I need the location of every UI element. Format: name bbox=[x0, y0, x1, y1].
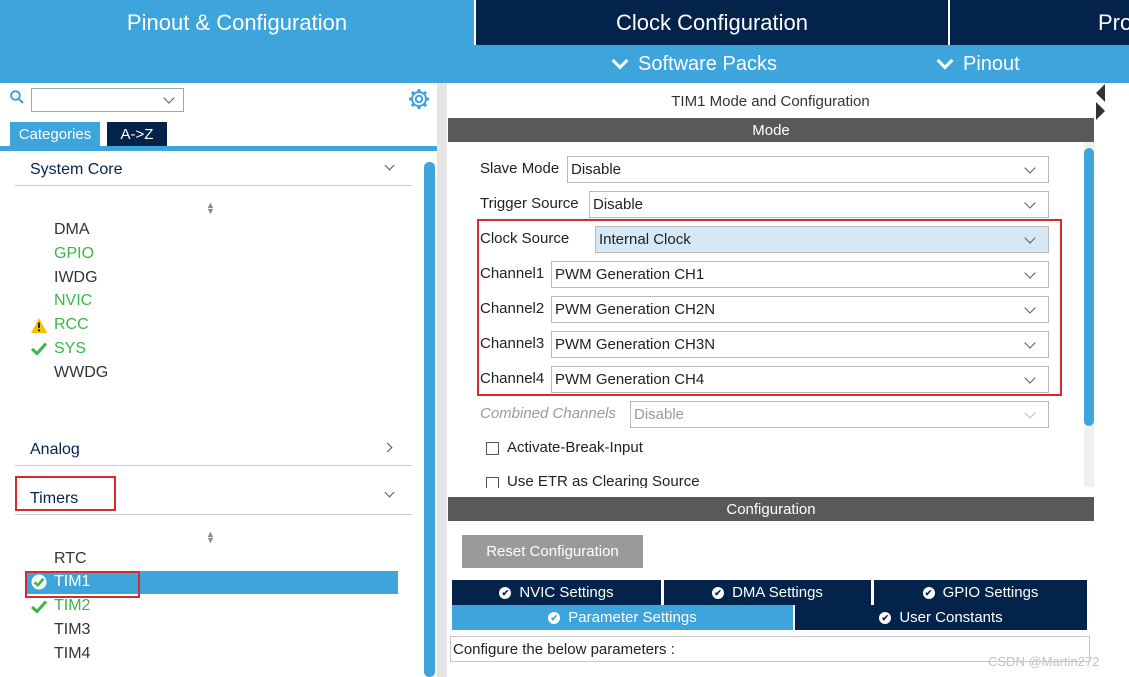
trigger-source-select[interactable]: Disable bbox=[589, 191, 1049, 218]
slave-mode-label: Slave Mode bbox=[480, 160, 560, 177]
timers-highlight-box bbox=[15, 476, 116, 511]
channels-highlight-box bbox=[477, 219, 1062, 396]
watermark: CSDN @Martin272 bbox=[988, 654, 1100, 669]
tab-clock-configuration[interactable]: Clock Configuration bbox=[476, 0, 948, 45]
tab-nvic-settings-label: NVIC Settings bbox=[519, 584, 614, 601]
tab-gpio-settings-label: GPIO Settings bbox=[942, 584, 1039, 601]
tab-user-constants[interactable]: ✔ User Constants bbox=[795, 605, 1087, 630]
mode-header: Mode bbox=[448, 118, 1094, 142]
chevron-down-icon bbox=[1024, 162, 1036, 174]
tab-project-manager[interactable]: Project Manager bbox=[950, 0, 1129, 45]
check-icon bbox=[31, 600, 47, 613]
chevron-down-icon bbox=[936, 52, 954, 70]
section-analog[interactable]: Analog bbox=[30, 441, 80, 459]
section-system-core[interactable]: System Core bbox=[30, 161, 122, 179]
list-item-dma[interactable]: DMA bbox=[54, 221, 90, 239]
software-packs-menu[interactable]: Software Packs bbox=[610, 45, 777, 83]
combined-channels-select[interactable]: Disable bbox=[630, 401, 1049, 428]
software-packs-label: Software Packs bbox=[638, 52, 777, 75]
tab-nvic-settings[interactable]: ✔ NVIC Settings bbox=[452, 580, 661, 605]
search-combobox[interactable] bbox=[31, 88, 184, 112]
expand-right-icon[interactable] bbox=[1096, 102, 1105, 120]
activate-break-checkbox[interactable] bbox=[486, 442, 499, 455]
list-item-tim4[interactable]: TIM4 bbox=[54, 645, 90, 663]
warning-icon bbox=[31, 318, 47, 333]
tim1-highlight-box bbox=[25, 571, 140, 598]
tab-user-constants-label: User Constants bbox=[899, 609, 1003, 626]
chevron-down-icon bbox=[611, 52, 629, 70]
check-circle-icon: ✔ bbox=[548, 611, 561, 624]
tab-parameter-settings-label: Parameter Settings bbox=[568, 609, 697, 626]
list-item-gpio[interactable]: GPIO bbox=[54, 245, 94, 263]
tab-project-manager-label: Project Manager bbox=[1098, 9, 1129, 35]
tab-dma-settings[interactable]: ✔ DMA Settings bbox=[664, 580, 871, 605]
configuration-header: Configuration bbox=[448, 497, 1094, 521]
use-etr-checkbox[interactable] bbox=[486, 477, 499, 488]
tab-categories[interactable]: Categories bbox=[10, 122, 100, 147]
chevron-down-icon bbox=[163, 92, 175, 104]
search-icon[interactable] bbox=[10, 90, 24, 104]
tab-dma-settings-label: DMA Settings bbox=[732, 584, 823, 601]
trigger-source-value: Disable bbox=[593, 196, 644, 213]
check-circle-icon: ✔ bbox=[499, 586, 512, 599]
chevron-down-icon bbox=[1024, 197, 1036, 209]
list-item-wwdg[interactable]: WWDG bbox=[54, 364, 108, 382]
configure-parameters-label: Configure the below parameters : bbox=[453, 640, 675, 658]
tab-gpio-settings[interactable]: ✔ GPIO Settings bbox=[874, 580, 1087, 605]
reset-configuration-button[interactable]: Reset Configuration bbox=[462, 535, 643, 568]
right-edge-strip bbox=[1094, 83, 1129, 677]
mode-scrollbar[interactable] bbox=[1084, 148, 1094, 426]
check-circle-icon: ✔ bbox=[712, 586, 725, 599]
check-icon bbox=[31, 342, 47, 355]
collapse-left-icon[interactable] bbox=[1096, 84, 1105, 102]
sort-icon[interactable]: ▲ ▼ bbox=[206, 530, 215, 545]
pinout-menu[interactable]: Pinout bbox=[935, 45, 1020, 83]
gear-icon[interactable] bbox=[408, 88, 430, 110]
panel-splitter[interactable] bbox=[437, 83, 447, 677]
list-item-rtc[interactable]: RTC bbox=[54, 550, 87, 568]
check-circle-icon: ✔ bbox=[879, 611, 892, 624]
check-circle-icon: ✔ bbox=[922, 586, 935, 599]
section-divider bbox=[15, 465, 412, 466]
mode-clip-area: Use ETR as Clearing Source bbox=[448, 473, 1084, 488]
sort-icon[interactable]: ▲ ▼ bbox=[206, 201, 215, 216]
trigger-source-label: Trigger Source bbox=[480, 195, 579, 212]
list-item-tim3[interactable]: TIM3 bbox=[54, 621, 90, 639]
combined-channels-value: Disable bbox=[634, 406, 685, 423]
list-item-nvic[interactable]: NVIC bbox=[54, 292, 92, 310]
tab-parameter-settings[interactable]: ✔ Parameter Settings bbox=[452, 605, 793, 630]
combined-channels-label: Combined Channels bbox=[480, 405, 616, 422]
list-item-iwdg[interactable]: IWDG bbox=[54, 269, 98, 287]
categories-scrollbar[interactable] bbox=[424, 162, 435, 677]
list-item-tim2[interactable]: TIM2 bbox=[54, 597, 90, 615]
mode-configuration-title: TIM1 Mode and Configuration bbox=[671, 92, 870, 110]
list-item-sys[interactable]: SYS bbox=[54, 340, 86, 358]
list-item-rcc[interactable]: RCC bbox=[54, 316, 89, 334]
tab-underline bbox=[0, 146, 437, 151]
section-divider bbox=[15, 185, 412, 186]
pinout-menu-label: Pinout bbox=[963, 52, 1020, 75]
tab-pinout-configuration[interactable]: Pinout & Configuration bbox=[0, 0, 474, 45]
chevron-down-icon bbox=[1024, 407, 1036, 419]
activate-break-label: Activate-Break-Input bbox=[507, 439, 643, 456]
section-divider bbox=[15, 514, 412, 515]
use-etr-label: Use ETR as Clearing Source bbox=[507, 473, 700, 488]
slave-mode-value: Disable bbox=[571, 161, 622, 178]
tab-a-to-z[interactable]: A->Z bbox=[107, 122, 167, 147]
slave-mode-select[interactable]: Disable bbox=[567, 156, 1049, 183]
